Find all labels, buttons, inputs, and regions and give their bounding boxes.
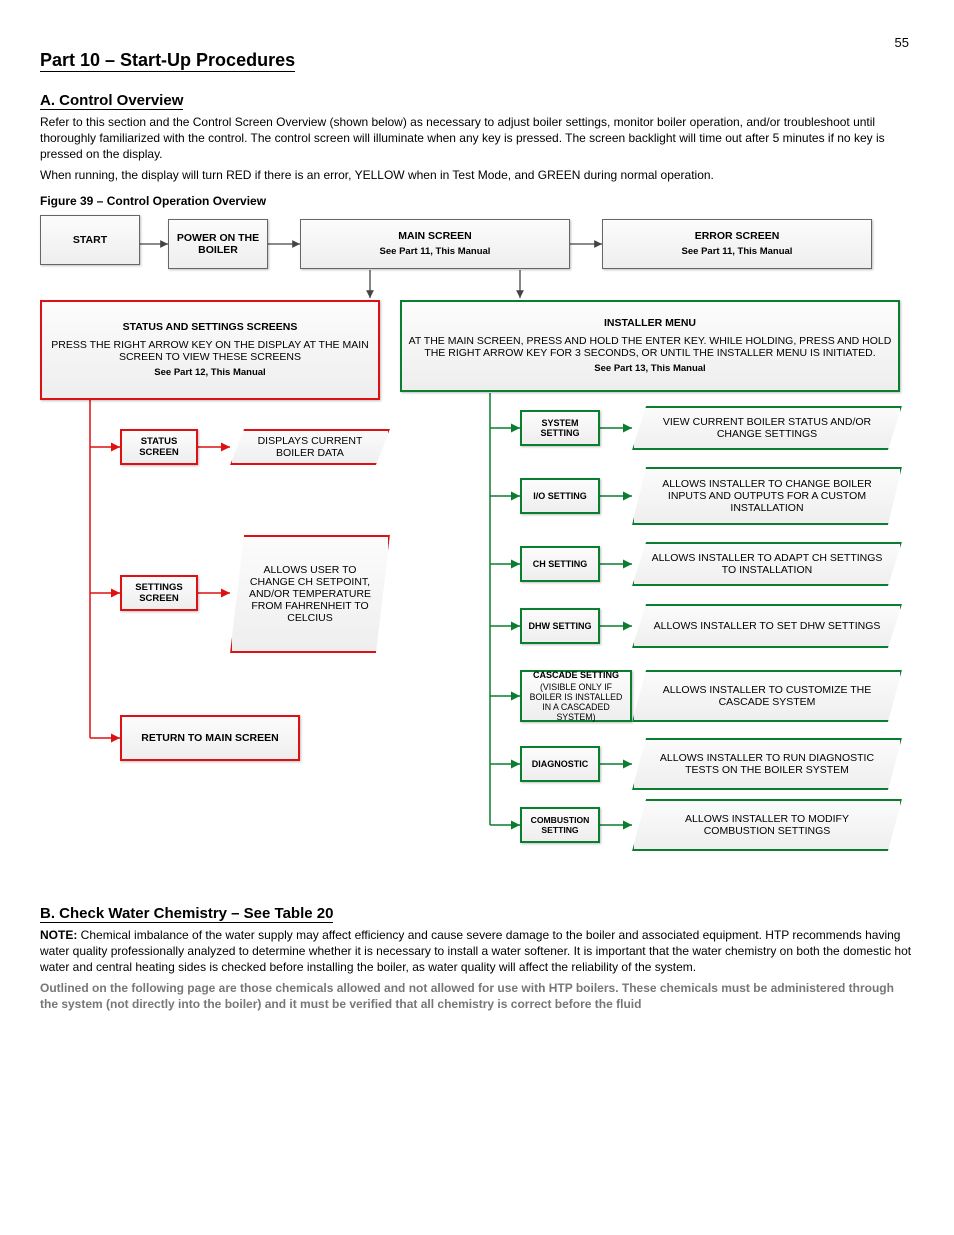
status-screen-desc: DISPLAYS CURRENT BOILER DATA <box>230 429 390 465</box>
installer-menu-instruction: AT THE MAIN SCREEN, PRESS AND HOLD THE E… <box>406 335 894 359</box>
inst-row-6-label: COMBUSTION SETTING <box>520 807 600 843</box>
note-paragraph: NOTE: Chemical imbalance of the water su… <box>40 927 914 976</box>
inst-row-5-label: DIAGNOSTIC <box>520 746 600 782</box>
inst-row-4-desc: ALLOWS INSTALLER TO CUSTOMIZE THE CASCAD… <box>632 670 902 722</box>
inst-row-1-desc: ALLOWS INSTALLER TO CHANGE BOILER INPUTS… <box>632 467 902 525</box>
user-menu-title: STATUS AND SETTINGS SCREENS <box>123 321 298 333</box>
cascade-note: (VISIBLE ONLY IF BOILER IS INSTALLED IN … <box>526 682 626 722</box>
inst-row-6-desc: ALLOWS INSTALLER TO MODIFY COMBUSTION SE… <box>632 799 902 851</box>
installer-seeref: See Part 13, This Manual <box>594 363 705 374</box>
settings-screen-desc: ALLOWS USER TO CHANGE CH SETPOINT, AND/O… <box>230 535 390 653</box>
control-operation-diagram: START POWER ON THE BOILER MAIN SCREEN Se… <box>40 215 920 895</box>
error-screen-label: ERROR SCREEN <box>695 230 780 242</box>
cascade-label: CASCADE SETTING <box>533 670 619 680</box>
inst-row-1-label: I/O SETTING <box>520 478 600 514</box>
installer-menu-header: INSTALLER MENU AT THE MAIN SCREEN, PRESS… <box>400 300 900 392</box>
overview-paragraph-2: When running, the display will turn RED … <box>40 167 914 183</box>
note-text: Chemical imbalance of the water supply m… <box>40 928 911 974</box>
figure-caption: Figure 39 – Control Operation Overview <box>40 193 914 209</box>
inst-row-3-label: DHW SETTING <box>520 608 600 644</box>
return-main-box: RETURN TO MAIN SCREEN <box>120 715 300 761</box>
main-screen-label: MAIN SCREEN <box>398 230 472 242</box>
inst-row-4-label: CASCADE SETTING (VISIBLE ONLY IF BOILER … <box>520 670 632 722</box>
page-number: 55 <box>895 35 909 50</box>
main-screen-box: MAIN SCREEN See Part 11, This Manual <box>300 219 570 269</box>
inst-row-0-label: SYSTEM SETTING <box>520 410 600 446</box>
error-seeref: See Part 11, This Manual <box>682 246 793 257</box>
user-menu-header: STATUS AND SETTINGS SCREENS PRESS THE RI… <box>40 300 380 400</box>
subsection-b: B. Check Water Chemistry – See Table 20 <box>40 905 914 923</box>
settings-screen-box: SETTINGS SCREEN <box>120 575 198 611</box>
user-menu-instruction: PRESS THE RIGHT ARROW KEY ON THE DISPLAY… <box>46 339 374 363</box>
inst-row-2-desc: ALLOWS INSTALLER TO ADAPT CH SETTINGS TO… <box>632 542 902 586</box>
error-screen-box: ERROR SCREEN See Part 11, This Manual <box>602 219 872 269</box>
note-label: NOTE: <box>40 928 77 942</box>
inst-row-0-desc: VIEW CURRENT BOILER STATUS AND/OR CHANGE… <box>632 406 902 450</box>
main-seeref: See Part 11, This Manual <box>380 246 491 257</box>
inst-row-3-desc: ALLOWS INSTALLER TO SET DHW SETTINGS <box>632 604 902 648</box>
inst-row-5-desc: ALLOWS INSTALLER TO RUN DIAGNOSTIC TESTS… <box>632 738 902 790</box>
status-screen-box: STATUS SCREEN <box>120 429 198 465</box>
footer-disabled-text: Outlined on the following page are those… <box>40 980 914 1012</box>
subsection-a: A. Control Overview <box>40 92 914 110</box>
inst-row-2-label: CH SETTING <box>520 546 600 582</box>
installer-menu-title: INSTALLER MENU <box>604 317 696 329</box>
section-title: Part 10 – Start-Up Procedures <box>40 50 914 72</box>
user-seeref: See Part 12, This Manual <box>154 367 265 378</box>
start-box: START <box>40 215 140 265</box>
overview-paragraph-1: Refer to this section and the Control Sc… <box>40 114 914 163</box>
power-box: POWER ON THE BOILER <box>168 219 268 269</box>
